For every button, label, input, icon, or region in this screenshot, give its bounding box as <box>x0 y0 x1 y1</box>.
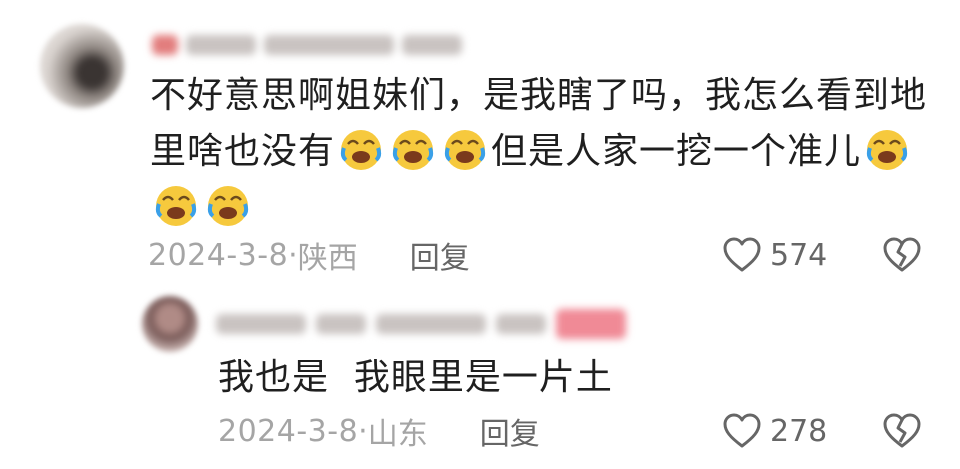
avatar[interactable] <box>40 24 124 108</box>
reply-button[interactable]: 回复 <box>410 233 470 277</box>
comment-line-1: 不好意思啊姐妹们，是我瞎了吗，我怎么看到地 <box>150 75 928 116</box>
heart-icon <box>723 413 761 448</box>
broken-heart-icon[interactable] <box>882 235 922 275</box>
crying-laughing-emoji-icon <box>340 130 382 170</box>
meta-separator: · <box>288 237 298 273</box>
author-badge <box>556 309 626 339</box>
reply-reply-button[interactable]: 回复 <box>480 409 540 453</box>
comment-line-2b: 但是人家一挖一个准儿 <box>491 131 862 172</box>
heart-icon <box>723 237 761 272</box>
comment-date: 2024-3-8 <box>148 237 289 273</box>
broken-heart-icon[interactable] <box>882 411 922 451</box>
reply-location: 山东 <box>367 417 428 452</box>
reply-like-count: 278 <box>770 413 828 449</box>
username-blurred[interactable] <box>152 30 462 60</box>
like-count: 574 <box>770 237 828 273</box>
reply-text: 我也是 我眼里是一片土 <box>218 357 613 398</box>
comment-line-2a: 里啥也没有 <box>150 131 336 172</box>
crying-laughing-emoji-icon <box>155 186 197 226</box>
crying-laughing-emoji-icon <box>392 130 434 170</box>
crying-laughing-emoji-icon <box>207 186 249 226</box>
meta-separator: · <box>358 413 368 449</box>
like-button[interactable]: 574 <box>722 232 827 278</box>
reply-avatar[interactable] <box>142 296 198 352</box>
comment-location: 陕西 <box>297 241 358 276</box>
crying-laughing-emoji-icon <box>444 130 486 170</box>
reply-like-button[interactable]: 278 <box>722 408 827 454</box>
crying-laughing-emoji-icon <box>866 130 908 170</box>
reply-date: 2024-3-8 <box>218 413 359 449</box>
comment-text: 不好意思啊姐妹们，是我瞎了吗，我怎么看到地 里啥也没有 但是人家一挖一个准儿 <box>150 68 930 236</box>
reply-username-blurred[interactable] <box>216 306 626 342</box>
reply-meta: 2024-3-8 · 山东 回复 <box>218 408 540 454</box>
comment-meta: 2024-3-8 · 陕西 回复 <box>148 232 470 278</box>
